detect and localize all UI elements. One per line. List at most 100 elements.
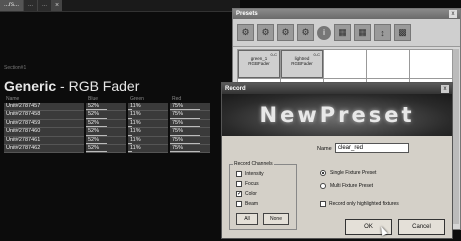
fader-title: Generic - RGB Fader	[4, 78, 139, 94]
record-titlebar[interactable]: Record x	[222, 83, 452, 94]
tab-close-icon[interactable]: ×	[52, 0, 63, 11]
radio-selected[interactable]	[320, 170, 326, 176]
green-fader[interactable]: 11%	[128, 103, 168, 112]
row-name: Unit#2787461	[4, 136, 84, 145]
single-fixture-radio[interactable]: Single Fixture Preset	[320, 170, 376, 176]
fixture-group-icon[interactable]: ⚙	[297, 24, 314, 41]
red-fader[interactable]: 75%	[170, 111, 210, 120]
preset-tile[interactable]: 0-C lightred RGBFader	[281, 50, 323, 78]
layout-icon[interactable]: ▦	[354, 24, 371, 41]
column-header-blue: Blue	[88, 96, 99, 102]
channel-color-checkbox[interactable]: ✓ Color	[236, 191, 257, 197]
preset-tile[interactable]: 0-C green_1 RGBFader	[238, 50, 280, 78]
preset-tile-type: RGBFader	[291, 61, 313, 66]
green-value: 11%	[130, 136, 141, 143]
green-value: 11%	[130, 111, 141, 118]
presets-title: Presets	[236, 11, 258, 17]
presets-titlebar[interactable]: Presets x	[233, 9, 460, 19]
channel-label: Color	[245, 191, 257, 197]
table-row[interactable]: Unit#2787462 52% 11% 75%	[4, 144, 226, 154]
checkbox-checked[interactable]: ✓	[236, 191, 242, 197]
red-fader[interactable]: 75%	[170, 119, 210, 129]
blue-fader[interactable]: 52%	[86, 103, 126, 112]
record-channels-legend: Record Channels	[233, 161, 274, 167]
blue-fader[interactable]: 52%	[86, 144, 126, 154]
preset-slot-empty[interactable]	[410, 50, 452, 78]
blue-fader[interactable]: 52%	[86, 119, 126, 129]
radio[interactable]	[320, 183, 326, 189]
table-row[interactable]: Unit#2787458 52% 11% 75%	[4, 111, 226, 120]
red-level-bar	[170, 109, 200, 111]
blue-level-bar	[86, 109, 107, 111]
green-level-bar	[128, 151, 133, 153]
preset-slot-empty[interactable]	[367, 50, 409, 78]
fixture-group-icon[interactable]: ⚙	[237, 24, 254, 41]
channel-beam-checkbox[interactable]: Beam	[236, 201, 258, 207]
checkbox[interactable]	[236, 171, 242, 177]
sort-icon[interactable]: ↕	[374, 24, 391, 41]
blue-value: 52%	[88, 119, 100, 126]
table-row[interactable]: Unit#2787461 52% 11% 75%	[4, 136, 226, 145]
green-level-bar	[128, 142, 133, 144]
blue-fader[interactable]: 52%	[86, 111, 126, 120]
info-icon[interactable]: i	[317, 25, 331, 40]
channel-focus-checkbox[interactable]: Focus	[236, 181, 259, 187]
checkbox[interactable]	[236, 201, 242, 207]
red-fader[interactable]: 75%	[170, 103, 210, 112]
fixture-group-icon[interactable]: ⚙	[277, 24, 294, 41]
none-button[interactable]: None	[263, 213, 289, 225]
table-row[interactable]: Unit#2787460 52% 11% 75%	[4, 128, 226, 137]
layout-icon[interactable]: ▦	[334, 24, 351, 41]
row-name: Unit#2787460	[4, 128, 84, 137]
green-fader[interactable]: 11%	[128, 144, 168, 154]
red-fader[interactable]: 75%	[170, 128, 210, 137]
fader-title-rest: - RGB Fader	[56, 78, 140, 94]
red-value: 75%	[172, 119, 184, 126]
channel-label: Beam	[245, 201, 259, 207]
green-fader[interactable]: 11%	[128, 136, 168, 145]
preset-tile-number: 0-C	[270, 52, 277, 57]
blue-value: 52%	[88, 136, 100, 143]
red-value: 75%	[172, 128, 184, 135]
blue-fader[interactable]: 52%	[86, 128, 126, 137]
checkbox[interactable]	[320, 201, 326, 207]
green-fader[interactable]: 11%	[128, 111, 168, 120]
multi-fixture-radio[interactable]: Multi Fixture Preset	[320, 183, 373, 189]
green-fader[interactable]: 11%	[128, 119, 168, 129]
row-name: Unit#2787458	[4, 111, 84, 120]
app-tab-3[interactable]: ...	[38, 0, 53, 11]
section-label: Section#1	[4, 65, 27, 71]
presets-scrollbar[interactable]	[453, 49, 459, 224]
blue-fader[interactable]: 52%	[86, 136, 126, 145]
green-level-bar	[128, 126, 133, 128]
app-tab-1[interactable]: ...rs...	[0, 0, 24, 11]
channel-intensity-checkbox[interactable]: Intensity	[236, 171, 264, 177]
column-header-red: Red	[172, 96, 182, 102]
table-row[interactable]: Unit#2787459 52% 11% 75%	[4, 119, 226, 129]
radio-label: Multi Fixture Preset	[330, 183, 374, 189]
preset-name-input[interactable]: clear_red	[335, 143, 409, 153]
channel-label: Focus	[245, 181, 259, 187]
green-fader[interactable]: 11%	[128, 128, 168, 137]
grid-icon[interactable]: ▩	[394, 24, 411, 41]
app-tab-2[interactable]: ...	[24, 0, 39, 11]
checkbox[interactable]	[236, 181, 242, 187]
close-icon[interactable]: x	[441, 84, 449, 93]
fader-table: Name Blue Green Red Unit#2787457 52% 11%…	[4, 96, 226, 154]
fixture-group-icon[interactable]: ⚙	[257, 24, 274, 41]
cancel-button[interactable]: Cancel	[398, 219, 445, 235]
column-header-green: Green	[130, 96, 144, 102]
channel-label: Intensity	[245, 171, 264, 177]
red-level-bar	[170, 134, 200, 136]
all-button[interactable]: All	[236, 213, 258, 225]
table-row[interactable]: Unit#2787457 52% 11% 75%	[4, 103, 226, 112]
red-fader[interactable]: 75%	[170, 136, 210, 145]
preset-slot-empty[interactable]	[324, 50, 366, 78]
close-icon[interactable]: x	[449, 10, 457, 18]
column-header-name: Name	[6, 96, 20, 102]
red-fader[interactable]: 75%	[170, 144, 210, 154]
only-highlighted-checkbox[interactable]: Record only highlighted fixtures	[320, 201, 399, 207]
blue-value: 52%	[88, 128, 100, 135]
blue-level-bar	[86, 151, 107, 153]
record-channels-group: Record Channels Intensity Focus ✓ Color …	[229, 161, 297, 230]
